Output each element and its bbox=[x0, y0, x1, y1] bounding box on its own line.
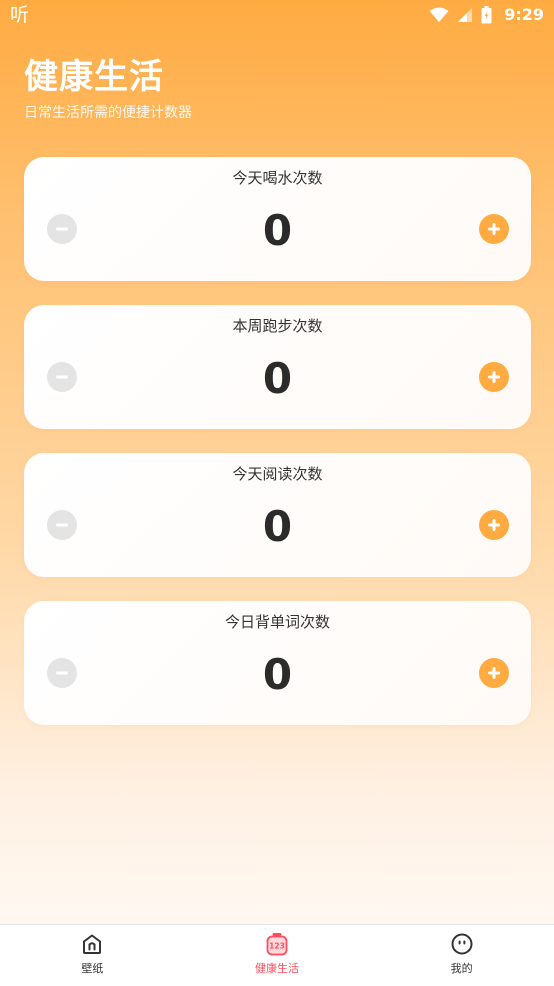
counter-list: 今天喝水次数 0 本周跑步次数 0 今天阅读次数 0 今日背单词次数 0 bbox=[24, 157, 531, 749]
increment-button[interactable] bbox=[479, 510, 509, 540]
counter-card-water: 今天喝水次数 0 bbox=[24, 157, 531, 281]
plus-icon bbox=[488, 667, 500, 679]
counter-title: 今天喝水次数 bbox=[232, 169, 323, 187]
increment-button[interactable] bbox=[479, 214, 509, 244]
tab-label: 壁纸 bbox=[81, 962, 104, 975]
status-icons: 9:29 bbox=[429, 5, 544, 25]
svg-text:123: 123 bbox=[269, 942, 285, 951]
increment-button[interactable] bbox=[479, 658, 509, 688]
counter-value: 0 bbox=[262, 354, 293, 403]
face-profile-icon bbox=[451, 933, 473, 955]
plus-icon bbox=[488, 371, 500, 383]
tab-label: 健康生活 bbox=[255, 962, 299, 975]
counter-card-running: 本周跑步次数 0 bbox=[24, 305, 531, 429]
counter-card-vocabulary: 今日背单词次数 0 bbox=[24, 601, 531, 725]
wifi-icon bbox=[429, 7, 449, 22]
counter-value: 0 bbox=[262, 650, 293, 699]
tab-wallpaper[interactable]: 壁纸 bbox=[0, 925, 185, 986]
plus-icon bbox=[488, 223, 500, 235]
counter-title: 今日背单词次数 bbox=[224, 613, 330, 631]
status-time: 9:29 bbox=[504, 5, 544, 24]
counter-value: 0 bbox=[262, 206, 293, 255]
page-subtitle: 日常生活所需的便捷计数器 bbox=[24, 105, 192, 121]
tab-label: 我的 bbox=[450, 962, 473, 975]
counter-title: 本周跑步次数 bbox=[232, 317, 323, 335]
signal-icon bbox=[458, 8, 473, 22]
counter-value: 0 bbox=[262, 502, 293, 551]
counter-123-icon: 123 bbox=[266, 933, 288, 956]
page-title: 健康生活 bbox=[24, 57, 164, 97]
status-bar: 听 9:29 bbox=[0, 0, 554, 30]
tab-mine[interactable]: 我的 bbox=[369, 925, 554, 986]
battery-icon bbox=[481, 6, 492, 24]
bottom-nav: 壁纸 123 健康生活 我的 bbox=[0, 924, 554, 986]
wallpaper-home-icon bbox=[83, 934, 102, 954]
counter-title: 今天阅读次数 bbox=[232, 465, 323, 483]
counter-card-reading: 今天阅读次数 0 bbox=[24, 453, 531, 577]
status-app-indicator: 听 bbox=[10, 4, 30, 26]
plus-icon bbox=[488, 519, 500, 531]
increment-button[interactable] bbox=[479, 362, 509, 392]
tab-healthy-life[interactable]: 123 健康生活 bbox=[185, 925, 370, 986]
